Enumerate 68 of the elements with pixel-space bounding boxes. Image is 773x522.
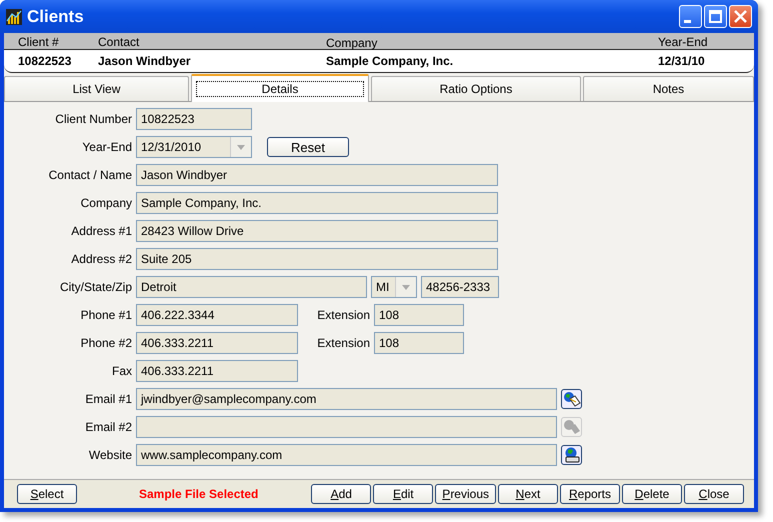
status-text: Sample File Selected xyxy=(139,487,260,501)
table-cell-text: 10822523 xyxy=(17,54,72,68)
city-field[interactable]: Detroit xyxy=(136,276,367,298)
email-button[interactable] xyxy=(561,389,582,409)
maximize-button[interactable] xyxy=(704,5,727,28)
client-number-field[interactable]: 10822523 xyxy=(136,108,252,130)
address-field[interactable]: 28423 Willow Drive xyxy=(136,220,498,242)
email-field[interactable]: jwindbyer@samplecompany.com xyxy=(136,388,557,410)
field-label: Address #2 xyxy=(70,252,132,266)
fax-field[interactable]: 406.333.2211 xyxy=(136,360,298,382)
field-label: Address #1 xyxy=(70,224,132,238)
column-header: Client # xyxy=(17,35,60,49)
phone-field[interactable]: 406.222.3344 xyxy=(136,304,298,326)
tab[interactable]: Ratio Options xyxy=(371,76,581,101)
table-cell-text: Sample Company, Inc. xyxy=(326,54,454,68)
tab[interactable]: Notes xyxy=(583,76,754,101)
action-button[interactable]: Delete xyxy=(622,484,682,504)
action-button[interactable]: Next xyxy=(498,484,558,504)
tab[interactable]: List View xyxy=(4,76,189,101)
state-dropdown[interactable]: MI xyxy=(371,276,417,298)
field-label: Extension xyxy=(316,308,370,322)
action-button[interactable]: Reports xyxy=(560,484,620,504)
field-label: Website xyxy=(88,448,132,462)
field-label: Client Number xyxy=(54,112,132,126)
action-button[interactable]: Edit xyxy=(373,484,434,504)
field-label: Fax xyxy=(110,364,132,378)
year-end-dropdown[interactable]: 12/31/2010 xyxy=(136,136,252,158)
column-header: Contact xyxy=(98,35,140,49)
column-header: Year-End xyxy=(658,35,709,49)
address-field[interactable]: Suite 205 xyxy=(136,248,498,270)
window-title: Clients xyxy=(27,6,85,26)
field-label: City/State/Zip xyxy=(58,280,132,294)
summary-row[interactable]: 10822523 Jason Windbyer Sample Company, Inc. 12/31/10 xyxy=(4,50,754,73)
field-label: Email #1 xyxy=(84,392,132,406)
field-label: Phone #1 xyxy=(80,308,132,322)
website-field[interactable]: www.samplecompany.com xyxy=(136,444,557,466)
caret-icon xyxy=(402,284,410,290)
close-button[interactable] xyxy=(729,5,752,28)
field-label: Year-End xyxy=(81,140,132,154)
field-label: Company xyxy=(80,196,132,210)
tab[interactable]: Details xyxy=(191,74,369,102)
phone-field[interactable]: 406.333.2211 xyxy=(136,332,298,354)
select-button[interactable]: Select xyxy=(17,484,77,504)
action-button[interactable]: Previous xyxy=(435,484,496,504)
company-field[interactable]: Sample Company, Inc. xyxy=(136,192,498,214)
minimize-icon xyxy=(684,20,691,23)
extension-field[interactable]: 108 xyxy=(374,304,464,326)
column-header: Company xyxy=(326,36,378,50)
email-field[interactable] xyxy=(136,416,557,438)
web-button[interactable] xyxy=(561,445,582,465)
field-label: Email #2 xyxy=(84,420,132,434)
extension-field[interactable]: 108 xyxy=(374,332,464,354)
minimize-button[interactable] xyxy=(679,5,702,28)
reset-button[interactable]: Reset xyxy=(267,137,349,157)
globe-envelope-icon xyxy=(562,419,580,435)
field-label: Extension xyxy=(316,336,370,350)
table-cell-text: Jason Windbyer xyxy=(98,54,192,68)
table-cell-text: 12/31/10 xyxy=(658,54,706,68)
caret-icon xyxy=(237,144,245,150)
field-label: Contact / Name xyxy=(48,168,132,182)
zip-field[interactable]: 48256-2333 xyxy=(421,276,499,298)
contact-field[interactable]: Jason Windbyer xyxy=(136,164,498,186)
action-button[interactable]: Add xyxy=(311,484,372,504)
app-icon xyxy=(6,8,22,24)
action-button[interactable]: Close xyxy=(684,484,744,504)
globe-icon xyxy=(562,447,580,463)
globe-envelope-icon xyxy=(562,391,580,407)
field-label: Phone #2 xyxy=(80,336,132,350)
